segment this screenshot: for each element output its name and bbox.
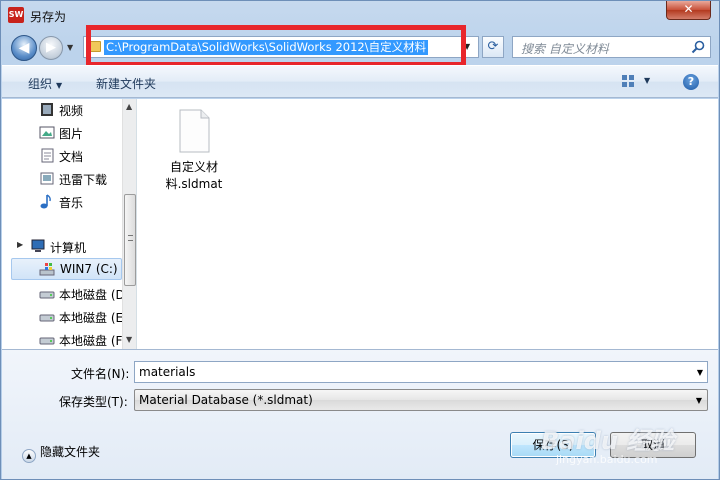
file-item[interactable]: 自定义材 料.sldmat — [158, 109, 230, 193]
nav-item-label: 音乐 — [59, 196, 84, 210]
grip-icon — [128, 235, 133, 241]
chevron-up-icon: ▲ — [22, 449, 36, 463]
filename-label: 文件名(N): — [71, 367, 130, 381]
main-area: 视频 图片 文档 迅雷下载 音乐 ▶ 计算机 WIN7 (C:) 本地磁盘 (D… — [2, 99, 718, 349]
forward-button[interactable]: ▶ — [39, 36, 63, 60]
close-button[interactable]: ✕ — [666, 1, 711, 20]
music-icon — [40, 194, 51, 209]
search-placeholder: 搜索 自定义材料 — [521, 42, 609, 56]
help-button[interactable]: ? — [683, 74, 699, 90]
nav-item-pictures[interactable]: 图片 — [2, 122, 122, 144]
drive-icon — [39, 337, 55, 345]
scroll-up-icon[interactable]: ▲ — [126, 102, 132, 111]
arrow-right-icon: ▶ — [46, 40, 56, 55]
nav-item-label: 计算机 — [50, 241, 87, 255]
organize-label: 组织 — [28, 77, 53, 91]
arrow-left-icon: ◀ — [18, 40, 30, 56]
chevron-down-icon[interactable]: ▼ — [697, 368, 703, 377]
hide-folders-toggle[interactable]: ▲ 隐藏文件夹 — [22, 443, 100, 463]
search-input[interactable]: 搜索 自定义材料 — [512, 36, 711, 58]
window-title: 另存为 — [30, 10, 67, 24]
expand-arrow-icon[interactable]: ▶ — [17, 240, 23, 249]
computer-icon — [31, 239, 45, 252]
nav-item-drive-e[interactable]: 本地磁盘 (E — [2, 306, 124, 328]
picture-icon — [39, 126, 55, 139]
file-name-line1: 自定义材 — [169, 160, 218, 174]
hide-folders-label: 隐藏文件夹 — [40, 445, 101, 459]
nav-item-label: 文档 — [59, 150, 84, 164]
nav-item-label: 本地磁盘 (D — [59, 288, 125, 302]
back-button[interactable]: ◀ — [11, 35, 37, 61]
navigation-pane[interactable]: 视频 图片 文档 迅雷下载 音乐 ▶ 计算机 WIN7 (C:) 本地磁盘 (D… — [2, 99, 137, 349]
chevron-down-icon: ▼ — [695, 396, 702, 405]
nav-item-label: 迅雷下载 — [59, 173, 108, 187]
nav-item-label: WIN7 (C:) — [60, 262, 118, 276]
nav-item-drive-d[interactable]: 本地磁盘 (D — [2, 283, 125, 305]
filename-field[interactable]: materials ▼ — [134, 361, 708, 383]
filename-value[interactable]: materials — [139, 365, 195, 379]
nav-item-documents[interactable]: 文档 — [2, 145, 122, 167]
baidu-watermark-url: jingyan.baidu.com — [556, 453, 658, 466]
document-icon — [41, 148, 54, 163]
nav-item-videos[interactable]: 视频 — [2, 99, 122, 121]
nav-item-drive-f[interactable]: 本地磁盘 (F — [2, 329, 122, 349]
chevron-down-icon: ▼ — [56, 81, 63, 90]
refresh-button[interactable]: ⟳ — [482, 36, 504, 58]
filetype-value: Material Database (*.sldmat) — [139, 393, 313, 407]
file-name: 自定义材 料.sldmat — [158, 159, 230, 193]
scroll-down-icon[interactable]: ▼ — [126, 335, 132, 344]
drive-icon — [39, 314, 55, 322]
nav-item-label: 本地磁盘 (E — [59, 311, 124, 325]
nav-pane-scrollbar[interactable]: ▲ ▼ — [122, 99, 136, 349]
nav-item-computer[interactable]: ▶ 计算机 — [2, 236, 122, 258]
search-icon[interactable] — [691, 40, 705, 54]
command-bar: 组织 ▼ 新建文件夹 ▼ ? — [2, 65, 718, 98]
new-folder-button[interactable]: 新建文件夹 — [96, 75, 156, 92]
nav-item-label: 图片 — [59, 127, 84, 141]
drive-icon — [39, 291, 55, 299]
nav-item-label: 视频 — [59, 104, 84, 118]
nav-item-drive-c[interactable]: WIN7 (C:) — [11, 258, 122, 280]
nav-item-label: 本地磁盘 (F — [59, 334, 123, 348]
file-icon — [179, 109, 210, 153]
save-as-dialog: SW 另存为 ✕ ◀ ▶ ▼ C:\ProgramData\SolidWorks… — [0, 0, 720, 480]
scroll-thumb[interactable] — [124, 194, 136, 286]
video-icon — [41, 103, 53, 116]
nav-item-music[interactable]: 音乐 — [2, 191, 122, 213]
annotation-highlight-box — [86, 25, 466, 67]
organize-menu[interactable]: 组织 ▼ — [28, 75, 62, 92]
change-view-icon[interactable] — [621, 74, 635, 88]
recent-locations-dropdown[interactable]: ▼ — [67, 43, 73, 52]
file-name-line2: 料.sldmat — [165, 177, 223, 191]
file-list[interactable]: 自定义材 料.sldmat — [138, 99, 718, 349]
solidworks-app-icon: SW — [8, 7, 24, 23]
filetype-label: 保存类型(T): — [59, 395, 128, 409]
baidu-watermark: Baidu 经验 — [541, 427, 675, 455]
view-options-dropdown[interactable]: ▼ — [644, 76, 650, 85]
download-icon — [40, 172, 54, 185]
nav-item-xunlei-downloads[interactable]: 迅雷下载 — [2, 168, 122, 190]
windows-drive-icon — [39, 263, 55, 276]
filetype-select[interactable]: Material Database (*.sldmat) ▼ — [134, 389, 708, 411]
